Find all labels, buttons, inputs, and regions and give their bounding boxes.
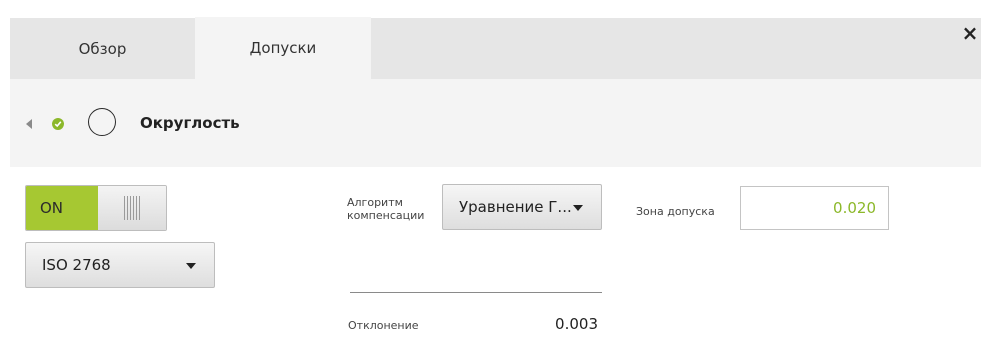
standard-selected-value: ISO 2768: [42, 256, 111, 274]
standard-select[interactable]: ISO 2768: [25, 242, 215, 288]
tolerance-zone-value: 0.020: [833, 199, 876, 217]
toggle-on-label: ON: [26, 186, 98, 230]
algorithm-select[interactable]: Уравнение Г...: [442, 184, 602, 230]
caret-down-icon: [186, 263, 196, 269]
back-arrow-icon[interactable]: [26, 119, 32, 129]
tolerance-zone-input[interactable]: 0.020: [740, 186, 889, 230]
check-ok-icon: [52, 118, 64, 130]
tab-bar: Обзор Допуски: [10, 17, 981, 79]
close-icon: ×: [961, 21, 979, 45]
algorithm-label: Алгоритм компенсации: [347, 196, 425, 222]
close-button[interactable]: ×: [959, 18, 981, 48]
tolerance-zone-label: Зона допуска: [636, 205, 715, 218]
deviation-value: 0.003: [555, 315, 598, 333]
on-off-toggle[interactable]: ON: [25, 185, 167, 231]
feature-header: Округлость: [10, 79, 981, 167]
circle-icon: [88, 108, 116, 136]
deviation-label: Отклонение: [348, 319, 419, 332]
caret-down-icon: [573, 205, 583, 211]
feature-title: Округлость: [140, 114, 240, 132]
tab-tolerances-label: Допуски: [249, 39, 317, 57]
tab-tolerances[interactable]: Допуски: [195, 17, 371, 79]
divider: [350, 292, 602, 293]
algorithm-selected-value: Уравнение Г...: [459, 198, 572, 216]
toggle-handle[interactable]: [98, 186, 166, 230]
tab-overview-label: Обзор: [78, 39, 127, 58]
grip-icon: [124, 196, 140, 220]
tab-overview[interactable]: Обзор: [10, 18, 195, 79]
